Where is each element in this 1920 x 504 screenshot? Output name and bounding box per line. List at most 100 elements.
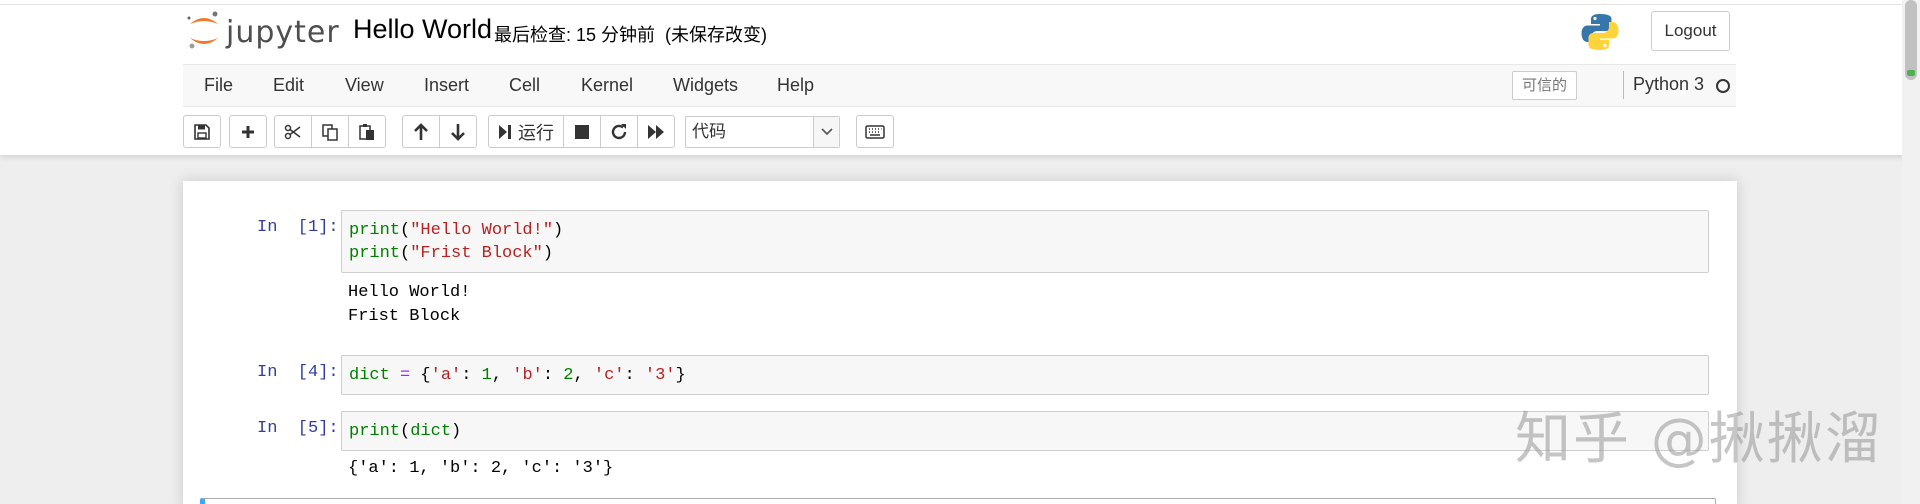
scrollbar-thumb[interactable] — [1905, 0, 1917, 80]
copy-icon — [322, 123, 338, 141]
code-token: 'b' — [512, 366, 543, 385]
save-icon — [194, 123, 210, 140]
kernel-divider — [1623, 71, 1624, 99]
move-up-button[interactable] — [402, 115, 440, 148]
code-cell-input[interactable]: print(dict) — [341, 411, 1709, 451]
insert-cell-button[interactable] — [229, 115, 267, 148]
menu-file[interactable]: File — [204, 75, 233, 96]
code-token: { — [410, 366, 431, 385]
code-line: print("Hello World!") — [349, 219, 1701, 242]
trusted-indicator[interactable]: 可信的 — [1512, 71, 1577, 100]
toolbar-edit-group — [274, 115, 386, 148]
paste-icon — [359, 123, 374, 140]
arrow-up-icon — [414, 122, 428, 140]
header: jupyter Hello World 最后检查: 15 分钟前 (未保存改变)… — [0, 0, 1920, 155]
code-token: ) — [542, 244, 554, 263]
fast-forward-icon — [648, 124, 664, 139]
cell-type-select[interactable]: 代码 — [685, 116, 840, 148]
code-token: 2 — [563, 366, 574, 385]
restart-button[interactable] — [600, 115, 638, 148]
page-scrollbar[interactable] — [1902, 0, 1920, 504]
code-token: print — [349, 244, 401, 263]
command-palette-button[interactable] — [856, 115, 894, 148]
cell-prompt: In [5]: — [257, 419, 339, 438]
code-cell-input[interactable]: dict = {'a': 1, 'b': 2, 'c': '3'} — [341, 355, 1709, 395]
code-token: dict — [410, 422, 452, 441]
arrow-down-icon — [451, 123, 465, 141]
interrupt-button[interactable] — [563, 115, 601, 148]
step-forward-icon — [499, 124, 511, 139]
cell-output: Hello World! Frist Block — [348, 281, 470, 329]
cell-prompt: In [4]: — [257, 363, 339, 382]
code-token: : — [624, 366, 645, 385]
code-token: ) — [553, 221, 564, 240]
plus-icon — [242, 125, 254, 138]
toolbar-move-group — [402, 115, 477, 148]
notebook-title[interactable]: Hello World — [353, 14, 492, 45]
cut-button[interactable] — [274, 115, 312, 148]
toolbar-save-group — [183, 115, 221, 148]
menu-widgets[interactable]: Widgets — [673, 75, 738, 96]
checkpoint-status: 最后检查: 15 分钟前 (未保存改变) — [494, 21, 767, 47]
code-token: : — [461, 366, 482, 385]
code-token: } — [675, 366, 686, 385]
checkpoint-text: 最后检查: 15 分钟前 — [494, 25, 656, 45]
code-token: ( — [400, 244, 411, 263]
cell-prompt: In [1]: — [257, 218, 339, 237]
code-token: print — [349, 422, 401, 441]
jupyter-logo-icon — [187, 11, 218, 49]
code-token: '3' — [644, 366, 676, 385]
output-line: Frist Block — [348, 307, 461, 326]
code-token: 1 — [481, 366, 492, 385]
top-divider — [0, 4, 1920, 5]
toolbar-insert-group — [229, 115, 267, 148]
cell-type-value: 代码 — [692, 122, 726, 141]
kernel-name[interactable]: Python 3 — [1633, 74, 1704, 95]
copy-button[interactable] — [311, 115, 349, 148]
autosave-status: (未保存改变) — [665, 25, 768, 45]
kernel-idle-indicator-icon — [1716, 79, 1730, 93]
code-cell-input[interactable]: print("Hello World!") print("Frist Block"… — [341, 210, 1709, 273]
toolbar-keyboard-group — [856, 115, 894, 148]
output-line: {'a': 1, 'b': 2, 'c': '3'} — [348, 459, 614, 478]
code-token: 'c' — [593, 366, 625, 385]
restart-run-all-button[interactable] — [637, 115, 675, 148]
logo-text: jupyter — [226, 15, 340, 50]
restart-icon — [611, 123, 627, 139]
code-token: ( — [400, 422, 411, 441]
menu-edit[interactable]: Edit — [273, 75, 304, 96]
code-token: dict — [349, 366, 390, 385]
menubar: File Edit View Insert Cell Kernel Widget… — [183, 64, 1736, 107]
code-token: , — [491, 366, 513, 385]
code-token: = — [400, 366, 411, 385]
menu-insert[interactable]: Insert — [424, 75, 469, 96]
output-line: Hello World! — [348, 283, 471, 302]
run-label: 运行 — [518, 122, 554, 143]
code-token: print — [349, 221, 401, 240]
selected-cell[interactable] — [200, 498, 1716, 504]
menu-help[interactable]: Help — [777, 75, 814, 96]
menu-view[interactable]: View — [345, 75, 384, 96]
keyboard-icon — [865, 124, 885, 139]
code-token: "Frist Block" — [410, 244, 543, 263]
code-line: print("Frist Block") — [349, 242, 1701, 265]
code-token: , — [573, 366, 594, 385]
code-token: : — [542, 366, 564, 385]
cut-icon — [284, 124, 301, 139]
run-button[interactable]: 运行 — [488, 115, 564, 148]
stop-icon — [575, 124, 589, 139]
code-line: dict = {'a': 1, 'b': 2, 'c': '3'} — [349, 364, 1701, 387]
logout-button[interactable]: Logout — [1651, 11, 1730, 51]
chevron-down-icon — [813, 117, 839, 147]
code-token: ) — [451, 422, 462, 441]
save-button[interactable] — [183, 115, 221, 148]
cell-output: {'a': 1, 'b': 2, 'c': '3'} — [348, 457, 613, 481]
menu-cell[interactable]: Cell — [509, 75, 540, 96]
menu-kernel[interactable]: Kernel — [581, 75, 633, 96]
move-down-button[interactable] — [439, 115, 477, 148]
code-token: 'a' — [430, 366, 462, 385]
code-line: print(dict) — [349, 420, 1701, 443]
jupyter-logo[interactable]: jupyter — [186, 10, 339, 54]
paste-button[interactable] — [348, 115, 386, 148]
